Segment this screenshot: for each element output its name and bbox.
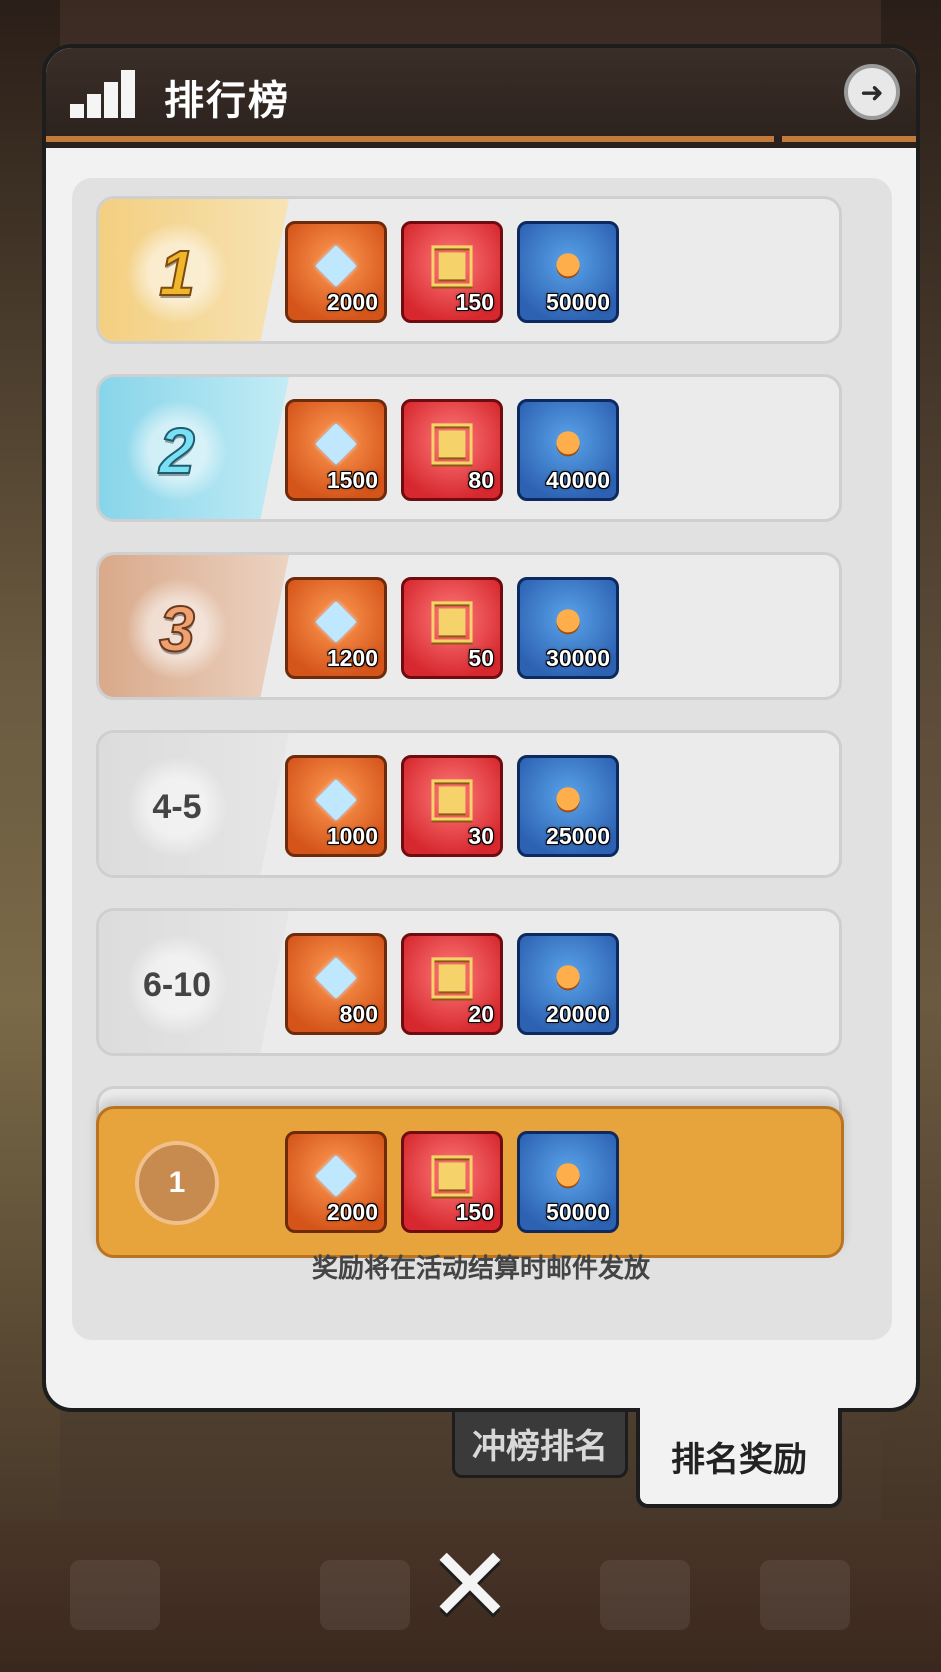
blurred-nav-item xyxy=(70,1560,160,1630)
header-stripe xyxy=(46,136,916,142)
close-icon[interactable]: ✕ xyxy=(420,1534,520,1638)
chest-icon: ▣ xyxy=(426,1142,478,1202)
reward-row-rank-6-10: 6-10 ◆ 800 ▣ 20 ● 20000 xyxy=(96,908,842,1056)
chest-icon: ▣ xyxy=(426,410,478,470)
fish-reward[interactable]: ● 30000 xyxy=(517,577,619,679)
rank-label: 1 xyxy=(158,236,196,310)
fish-icon: ● xyxy=(551,588,585,648)
reward-row-rank-1: 1 ◆ 2000 ▣ 150 ● 50000 xyxy=(96,196,842,344)
fish-reward[interactable]: ● 50000 xyxy=(517,1131,619,1233)
my-rank-row: 1 ◆ 2000 ▣ 150 ● 50000 xyxy=(96,1106,844,1258)
fish-icon: ● xyxy=(551,410,585,470)
chest-reward[interactable]: ▣ 150 xyxy=(401,221,503,323)
blurred-nav-item xyxy=(760,1560,850,1630)
rank-label: 3 xyxy=(158,592,196,666)
chest-icon: ▣ xyxy=(426,766,478,826)
rank-label: 2 xyxy=(158,414,196,488)
gem-reward[interactable]: ◆ 2000 xyxy=(285,221,387,323)
rank-badge-icon: 3 xyxy=(127,579,227,679)
rank-label: 6-10 xyxy=(142,965,212,1004)
reward-list[interactable]: 1 ◆ 2000 ▣ 150 ● 50000 2 ◆ 1500 ▣ 80 ● 4… xyxy=(72,178,892,1340)
rank-badge-icon: 2 xyxy=(127,401,227,501)
fish-reward[interactable]: ● 40000 xyxy=(517,399,619,501)
fish-reward[interactable]: ● 20000 xyxy=(517,933,619,1035)
fish-icon: ● xyxy=(551,232,585,292)
exit-icon[interactable]: ➜ xyxy=(844,64,900,120)
rank-badge-icon: 6-10 xyxy=(127,935,227,1035)
panel-header: 排行榜 ➜ xyxy=(46,48,916,148)
fish-icon: ● xyxy=(551,944,585,1004)
chest-icon: ▣ xyxy=(426,232,478,292)
reward-note: 奖励将在活动结算时邮件发放 xyxy=(311,1253,650,1283)
gem-icon: ◆ xyxy=(315,766,357,826)
leaderboard-icon xyxy=(70,70,136,118)
panel-title: 排行榜 xyxy=(164,79,290,123)
reward-row-rank-4-5: 4-5 ◆ 1000 ▣ 30 ● 25000 xyxy=(96,730,842,878)
rank-badge-icon: 4-5 xyxy=(127,757,227,857)
chest-reward[interactable]: ▣ 30 xyxy=(401,755,503,857)
fish-icon: ● xyxy=(551,766,585,826)
chest-icon: ▣ xyxy=(426,588,478,648)
gem-icon: ◆ xyxy=(315,232,357,292)
rank-label: 4-5 xyxy=(152,787,202,826)
gem-reward[interactable]: ◆ 1000 xyxy=(285,755,387,857)
blurred-nav-item xyxy=(600,1560,690,1630)
gem-reward[interactable]: ◆ 1200 xyxy=(285,577,387,679)
tab-ranking[interactable]: 冲榜排名 xyxy=(452,1412,628,1478)
reward-row-rank-2: 2 ◆ 1500 ▣ 80 ● 40000 xyxy=(96,374,842,522)
blurred-nav-item xyxy=(320,1560,410,1630)
chest-reward[interactable]: ▣ 20 xyxy=(401,933,503,1035)
fish-reward[interactable]: ● 50000 xyxy=(517,221,619,323)
gem-reward[interactable]: ◆ 1500 xyxy=(285,399,387,501)
gem-icon: ◆ xyxy=(315,1142,357,1202)
gem-reward[interactable]: ◆ 2000 xyxy=(285,1131,387,1233)
chest-icon: ▣ xyxy=(426,944,478,1004)
fish-icon: ● xyxy=(551,1142,585,1202)
chest-reward[interactable]: ▣ 50 xyxy=(401,577,503,679)
chest-reward[interactable]: ▣ 150 xyxy=(401,1131,503,1233)
chest-reward[interactable]: ▣ 80 xyxy=(401,399,503,501)
gem-icon: ◆ xyxy=(315,410,357,470)
fish-reward[interactable]: ● 25000 xyxy=(517,755,619,857)
reward-row-rank-3: 3 ◆ 1200 ▣ 50 ● 30000 xyxy=(96,552,842,700)
rank-badge-icon: 1 xyxy=(127,223,227,323)
leaderboard-panel: 排行榜 ➜ 1 ◆ 2000 ▣ 150 ● 50000 2 ◆ 1500 ▣ … xyxy=(42,44,920,1412)
gem-icon: ◆ xyxy=(315,588,357,648)
tab-rewards[interactable]: 排名奖励 xyxy=(636,1408,842,1508)
gem-reward[interactable]: ◆ 800 xyxy=(285,933,387,1035)
my-rank-badge: 1 xyxy=(135,1141,219,1225)
gem-icon: ◆ xyxy=(315,944,357,1004)
